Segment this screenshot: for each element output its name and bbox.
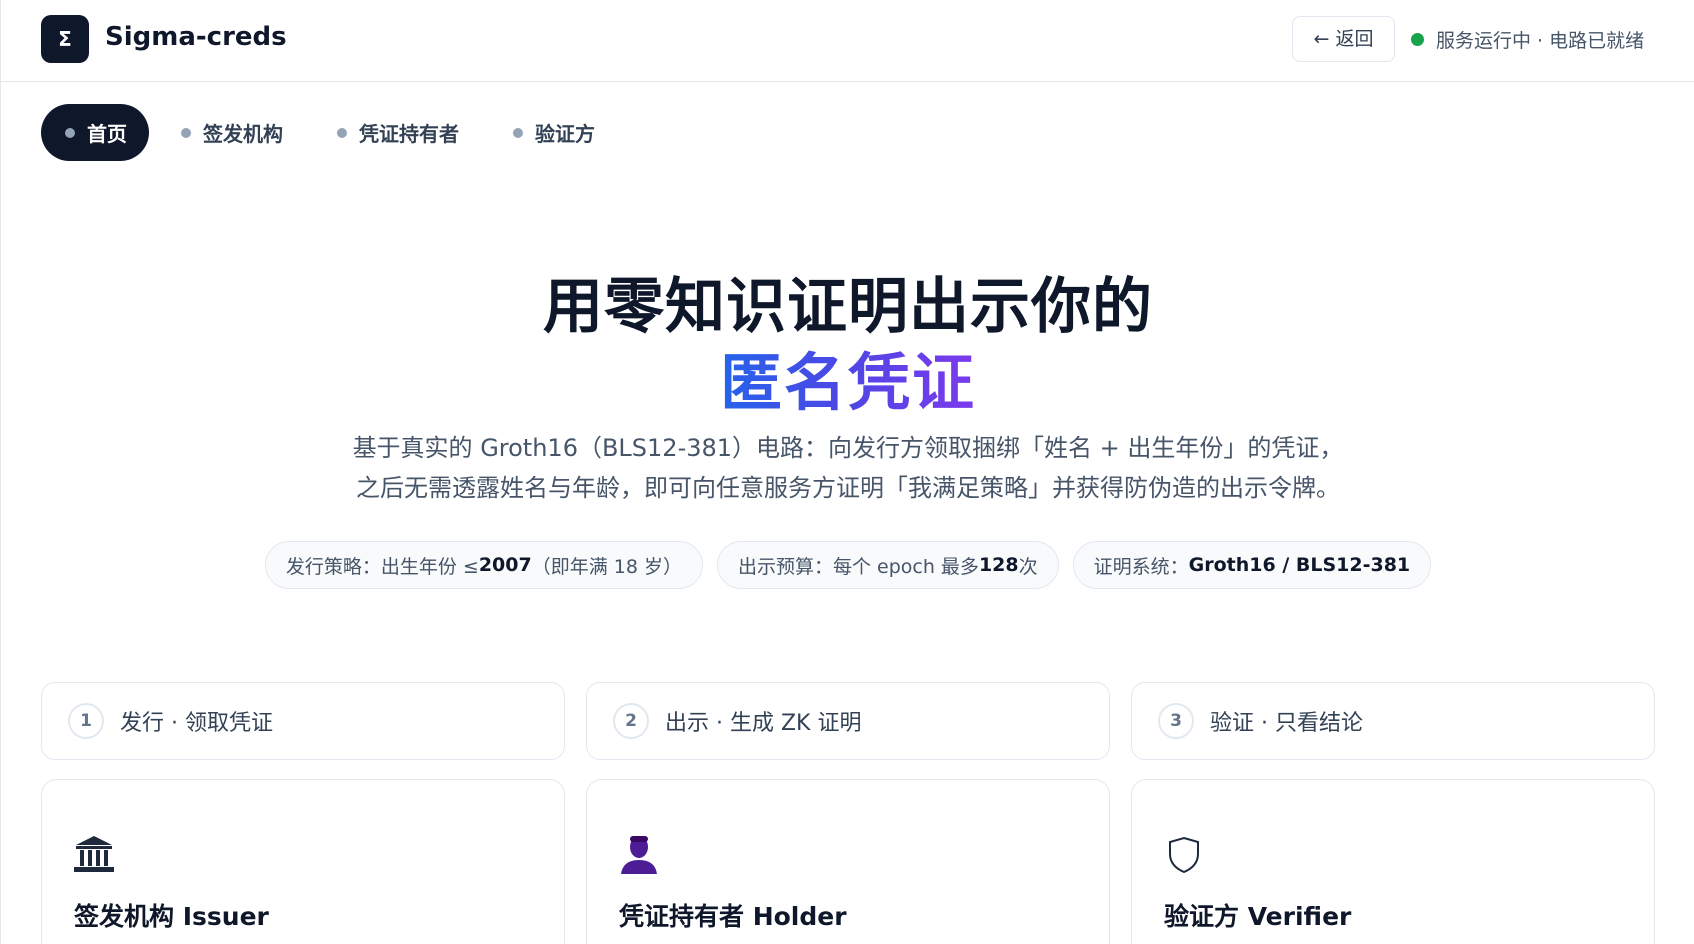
main-nav: 首页 签发机构 凭证持有者 验证方 xyxy=(41,104,625,161)
step-number: 3 xyxy=(1158,703,1194,739)
chip-issue-policy: 发行策略：出生年份 ≤ 2007 （即年满 18 岁） xyxy=(264,541,703,589)
chip-value: 2007 xyxy=(478,554,532,576)
service-status: 服务运行中 · 电路已就绪 xyxy=(1411,26,1644,52)
person-icon xyxy=(621,836,657,874)
card-verifier[interactable]: 验证方 Verifier xyxy=(1131,779,1655,944)
nav-dot-icon xyxy=(65,127,75,138)
hero-description: 基于真实的 Groth16（BLS12-381）电路：向发行方领取捆绑「姓名 +… xyxy=(1,428,1694,508)
nav-item-label: 凭证持有者 xyxy=(359,122,459,146)
card-title: 验证方 Verifier xyxy=(1164,902,1352,931)
chip-show-budget: 出示预算：每个 epoch 最多 128 次 xyxy=(716,541,1059,589)
shield-icon xyxy=(1169,836,1199,874)
step-issue: 1 发行 · 领取凭证 xyxy=(41,682,565,760)
chip-prefix: 证明系统： xyxy=(1093,555,1189,578)
nav-item-verifier[interactable]: 验证方 xyxy=(489,104,617,161)
nav-dot-icon xyxy=(513,127,523,138)
hero-desc-line: 之后无需透露姓名与年龄，即可向任意服务方证明「我满足策略」并获得防伪造的出示令牌… xyxy=(356,474,1340,502)
chip-suffix: （即年满 18 岁） xyxy=(531,555,682,578)
back-button[interactable]: ← 返回 xyxy=(1292,16,1395,62)
status-dot-icon xyxy=(1411,32,1424,46)
card-title: 签发机构 Issuer xyxy=(74,902,269,931)
policy-chips: 发行策略：出生年份 ≤ 2007 （即年满 18 岁） 出示预算：每个 epoc… xyxy=(1,541,1694,589)
bank-icon xyxy=(74,836,114,872)
hero-desc-line: 基于真实的 Groth16（BLS12-381）电路：向发行方领取捆绑「姓名 +… xyxy=(352,434,1344,462)
status-text: 服务运行中 · 电路已就绪 xyxy=(1436,29,1645,52)
step-number: 1 xyxy=(68,703,104,739)
step-label: 验证 · 只看结论 xyxy=(1210,711,1363,736)
step-verify: 3 验证 · 只看结论 xyxy=(1131,682,1655,760)
top-bar: Σ Sigma-creds ← 返回 服务运行中 · 电路已就绪 xyxy=(1,0,1694,82)
hero-accent-text: 匿名凭证 xyxy=(719,346,976,419)
chip-value: 128 xyxy=(978,554,1019,576)
nav-item-home[interactable]: 首页 xyxy=(41,104,149,161)
step-label: 发行 · 领取凭证 xyxy=(120,711,273,736)
card-title: 凭证持有者 Holder xyxy=(619,902,847,931)
nav-item-label: 首页 xyxy=(87,122,127,146)
card-holder[interactable]: 凭证持有者 Holder xyxy=(586,779,1110,944)
chip-prefix: 出示预算：每个 epoch 最多 xyxy=(737,555,979,578)
chip-suffix: 次 xyxy=(1018,555,1038,578)
nav-item-label: 验证方 xyxy=(535,122,595,146)
step-number: 2 xyxy=(613,703,649,739)
hero-accent-title: 匿名凭证 xyxy=(1,332,1694,422)
nav-dot-icon xyxy=(337,127,347,138)
chip-proof-system: 证明系统： Groth16 / BLS12-381 xyxy=(1072,541,1432,589)
nav-item-label: 签发机构 xyxy=(203,122,283,146)
app-root: Σ Sigma-creds ← 返回 服务运行中 · 电路已就绪 首页 签发机构… xyxy=(0,0,1694,944)
flow-steps: 1 发行 · 领取凭证 2 出示 · 生成 ZK 证明 3 验证 · 只看结论 xyxy=(41,682,1655,760)
chip-value: Groth16 / BLS12-381 xyxy=(1188,554,1411,576)
step-present: 2 出示 · 生成 ZK 证明 xyxy=(586,682,1110,760)
nav-dot-icon xyxy=(181,127,191,138)
nav-item-issuer[interactable]: 签发机构 xyxy=(157,104,305,161)
nav-item-holder[interactable]: 凭证持有者 xyxy=(313,104,481,161)
step-label: 出示 · 生成 ZK 证明 xyxy=(665,711,862,736)
logo-icon: Σ xyxy=(41,15,89,63)
card-issuer[interactable]: 签发机构 Issuer xyxy=(41,779,565,944)
chip-prefix: 发行策略：出生年份 ≤ xyxy=(285,555,479,578)
brand-name: Sigma-creds xyxy=(105,22,287,52)
